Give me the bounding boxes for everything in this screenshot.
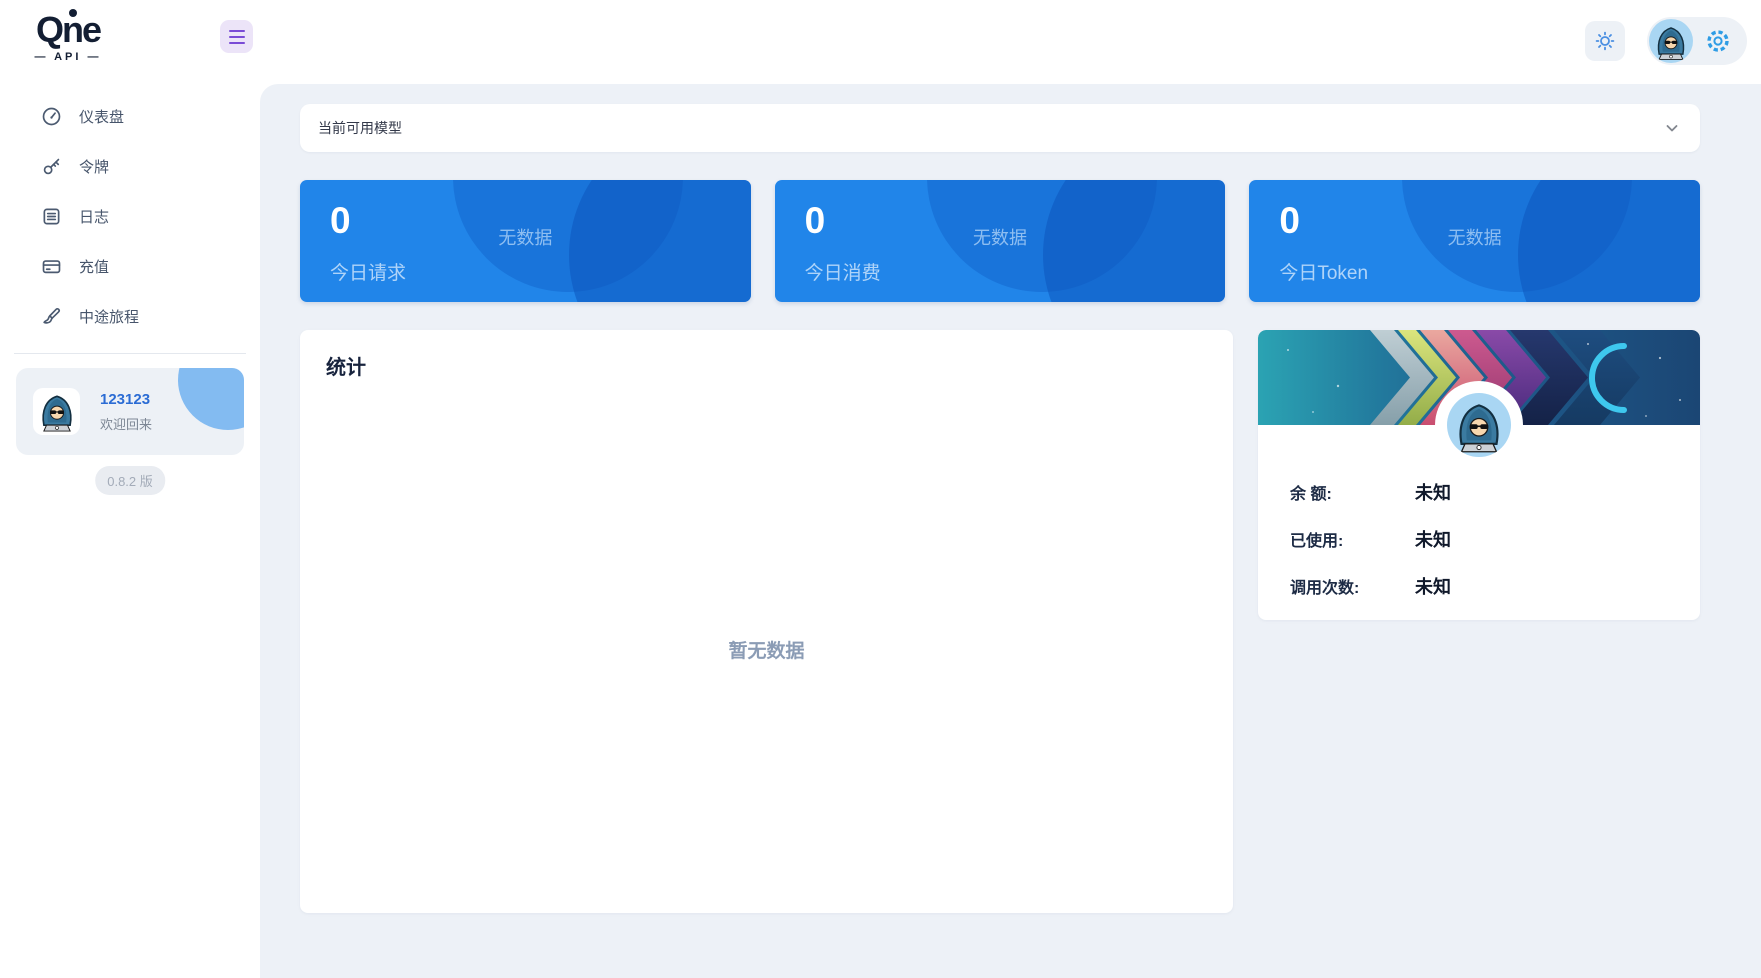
stat-empty-text: 无数据 xyxy=(1447,228,1502,248)
paintbrush-icon xyxy=(43,307,61,324)
balance-label: 余 额: xyxy=(1290,485,1332,503)
models-accordion-label: 当前可用模型 xyxy=(318,120,402,136)
card-decor-circle xyxy=(1043,180,1226,302)
stat-empty-text: 无数据 xyxy=(498,228,553,248)
stat-value: 0 xyxy=(804,200,826,241)
account-card: 余 额: 未知 已使用: 未知 调用次数: 未知 xyxy=(1258,330,1700,620)
gauge-icon xyxy=(42,107,61,126)
hacker-avatar xyxy=(1652,25,1690,63)
sidebar-item-label: 中途旅程 xyxy=(79,309,140,326)
sidebar-item-label: 充值 xyxy=(79,259,110,276)
hacker-avatar xyxy=(36,393,78,435)
balance-value: 未知 xyxy=(1415,482,1451,503)
main-content: 当前可用模型 0 无数据 今日请求 0 无数据 今日消费 0 无数据 今日Tok… xyxy=(260,84,1761,978)
header-avatar[interactable] xyxy=(1649,19,1693,63)
gear-icon[interactable] xyxy=(1705,28,1731,54)
top-header xyxy=(260,0,1761,84)
header-actions xyxy=(1585,17,1747,65)
sidebar-item-label: 日志 xyxy=(79,209,110,226)
stat-card-tokens: 0 无数据 今日Token xyxy=(1249,180,1701,302)
stat-label: 今日消费 xyxy=(804,263,881,284)
calls-label: 调用次数: xyxy=(1290,579,1360,597)
stat-value: 0 xyxy=(330,200,351,241)
stat-cards-row: 0 无数据 今日请求 0 无数据 今日消费 0 无数据 今日Token xyxy=(300,180,1701,302)
statistics-empty-text: 暂无数据 xyxy=(728,641,805,662)
calls-row: 调用次数: 未知 xyxy=(1290,562,1668,609)
stat-label: 今日请求 xyxy=(330,263,407,284)
logo-dot xyxy=(68,9,77,17)
calls-value: 未知 xyxy=(1415,576,1451,597)
sidebar-item-midjourney[interactable]: 中途旅程 xyxy=(0,302,260,331)
sidebar-user-card[interactable]: 123123 欢迎回来 xyxy=(16,368,244,455)
statistics-title: 统计 xyxy=(326,357,366,379)
username: 123123 xyxy=(100,390,151,408)
stat-label: 今日Token xyxy=(1279,263,1369,284)
sidebar-item-label: 仪表盘 xyxy=(79,109,125,126)
stat-value: 0 xyxy=(1279,200,1300,241)
menu-icon xyxy=(228,29,245,32)
sidebar: Qne — API — 仪表盘 令牌 日志 充值 中途旅程 123123 欢迎回… xyxy=(0,0,260,978)
credit-card-icon xyxy=(42,260,61,274)
greeting-text: 欢迎回来 xyxy=(100,416,153,432)
statistics-panel: 统计 暂无数据 xyxy=(300,330,1233,913)
sidebar-item-dashboard[interactable]: 仪表盘 xyxy=(0,102,260,131)
account-info-rows: 余 额: 未知 已使用: 未知 调用次数: 未知 xyxy=(1258,468,1700,609)
sidebar-item-logs[interactable]: 日志 xyxy=(0,202,260,231)
card-decor-circle xyxy=(568,180,751,302)
card-decor-circle xyxy=(1518,180,1701,302)
sidebar-toggle-button[interactable] xyxy=(220,20,253,53)
stat-card-requests: 0 无数据 今日请求 xyxy=(300,180,751,302)
used-label: 已使用: xyxy=(1290,532,1344,550)
stat-empty-text: 无数据 xyxy=(973,228,1027,248)
app-logo: Qne — API — xyxy=(22,9,114,63)
key-icon xyxy=(43,158,60,175)
user-avatar xyxy=(33,388,80,435)
chevron-down-icon xyxy=(1666,125,1678,132)
used-row: 已使用: 未知 xyxy=(1290,515,1668,562)
sidebar-item-recharge[interactable]: 充值 xyxy=(0,252,260,281)
stat-card-consumption: 0 无数据 今日消费 xyxy=(774,180,1226,302)
account-banner xyxy=(1258,330,1700,469)
hacker-avatar xyxy=(1451,401,1507,457)
brand-subtitle: — API — xyxy=(34,51,102,63)
sidebar-divider xyxy=(14,353,246,354)
logs-icon xyxy=(43,208,60,225)
sidebar-item-tokens[interactable]: 令牌 xyxy=(0,152,260,181)
sidebar-menu: 仪表盘 令牌 日志 充值 中途旅程 xyxy=(0,102,260,331)
balance-row: 余 额: 未知 xyxy=(1290,468,1668,515)
theme-toggle-button[interactable] xyxy=(1585,21,1625,61)
available-models-accordion[interactable]: 当前可用模型 xyxy=(300,104,1700,152)
brand-name: Qne xyxy=(35,9,102,50)
user-pill[interactable] xyxy=(1647,17,1747,65)
account-avatar xyxy=(1447,393,1511,457)
used-value: 未知 xyxy=(1415,529,1451,550)
sun-icon xyxy=(1595,31,1615,51)
version-badge: 0.8.2 版 xyxy=(95,466,165,495)
sidebar-item-label: 令牌 xyxy=(79,159,110,176)
